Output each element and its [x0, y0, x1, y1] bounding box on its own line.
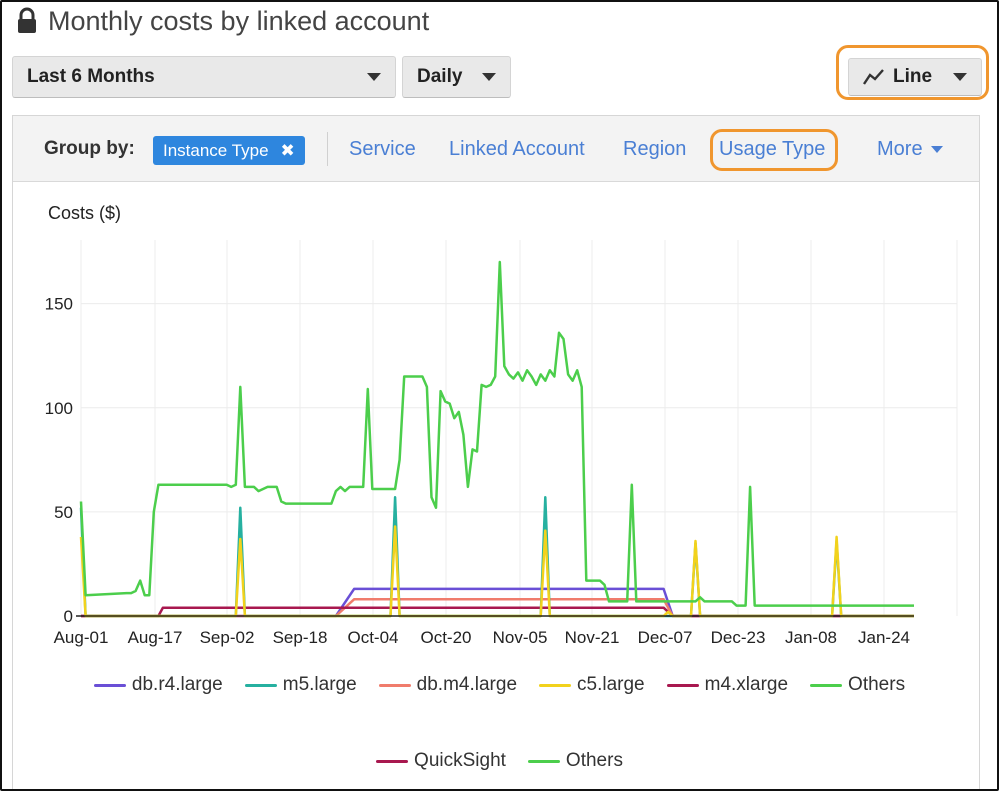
- legend-label: c5.large: [577, 674, 645, 695]
- x-tick-label: Dec-23: [711, 628, 766, 647]
- x-tick-label: Aug-17: [128, 628, 183, 647]
- legend-item[interactable]: m5.large: [244, 674, 357, 696]
- legend-item[interactable]: db.r4.large: [93, 674, 223, 696]
- legend-swatch: [378, 683, 411, 687]
- x-tick-label: Dec-07: [638, 628, 693, 647]
- y-tick-label: 150: [45, 295, 73, 314]
- x-tick-label: Aug-01: [54, 628, 109, 647]
- legend-swatch: [810, 683, 843, 687]
- series-line-db-r4-large: [81, 587, 914, 618]
- y-axis-ticks: 0 50 100 150: [45, 295, 73, 626]
- legend-item[interactable]: m4.xlarge: [666, 674, 789, 696]
- legend-swatch: [539, 683, 572, 687]
- chart-legend-secondary: QuickSight Others: [0, 750, 999, 772]
- legend-label: m5.large: [282, 674, 357, 695]
- y-tick-label: 0: [64, 607, 73, 626]
- legend-label: QuickSight: [414, 750, 506, 771]
- chart-grid: [80, 240, 958, 616]
- legend-label: Others: [848, 674, 906, 695]
- legend-swatch: [527, 759, 560, 763]
- series-line-c5-large: [79, 525, 914, 618]
- x-tick-label: Jan-08: [785, 628, 837, 647]
- x-tick-label: Nov-05: [493, 628, 548, 647]
- x-tick-label: Oct-20: [420, 628, 471, 647]
- legend-item[interactable]: Others: [810, 674, 905, 696]
- x-axis-ticks: Aug-01 Aug-17 Sep-02 Sep-18 Oct-04 Oct-20 Nov-…: [54, 628, 910, 647]
- legend-swatch: [244, 683, 277, 687]
- legend-item[interactable]: c5.large: [539, 674, 645, 696]
- legend-swatch: [376, 759, 409, 763]
- x-tick-label: Jan-24: [858, 628, 910, 647]
- chart-legend: db.r4.large m5.large db.m4.large c5.large m4…: [0, 674, 999, 696]
- y-tick-label: 100: [45, 399, 73, 418]
- legend-label: db.r4.large: [131, 674, 223, 695]
- series-line-others: [79, 260, 914, 607]
- x-tick-label: Sep-18: [273, 628, 328, 647]
- legend-item[interactable]: QuickSight: [376, 750, 506, 772]
- chart-series: [79, 260, 914, 618]
- y-tick-label: 50: [54, 503, 73, 522]
- x-tick-label: Nov-21: [565, 628, 620, 647]
- legend-swatch: [93, 683, 126, 687]
- legend-label: db.m4.large: [416, 674, 518, 695]
- legend-item[interactable]: Others: [527, 750, 623, 772]
- legend-label: m4.xlarge: [704, 674, 789, 695]
- legend-item[interactable]: db.m4.large: [378, 674, 518, 696]
- legend-swatch: [666, 683, 699, 687]
- cost-line-chart: 0 50 100 150 Aug-01 Aug-17 Sep-02 Sep-18 Oct-04…: [45, 240, 958, 647]
- x-tick-label: Oct-04: [347, 628, 398, 647]
- x-tick-label: Sep-02: [200, 628, 255, 647]
- legend-label: Others: [565, 750, 623, 771]
